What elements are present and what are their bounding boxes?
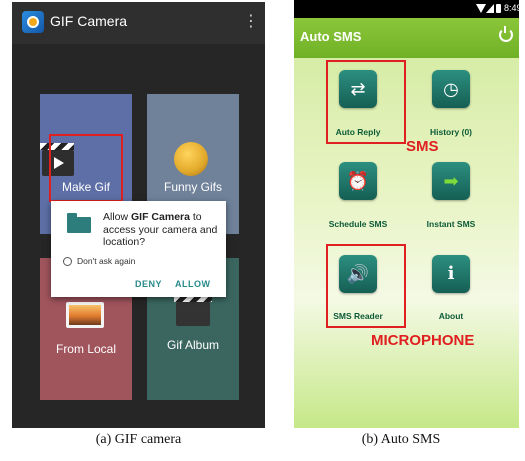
caption-gif-camera: (a) GIF camera xyxy=(95,432,182,447)
battery-icon xyxy=(496,4,501,13)
caption-auto-sms: (b) Auto SMS xyxy=(361,432,441,447)
clock-history-icon: ◷ xyxy=(443,79,459,99)
gif-album-label: Gif Album xyxy=(166,338,220,352)
funny-gifs-label: Funny Gifs xyxy=(163,180,223,194)
about-label: About xyxy=(438,311,464,321)
instant-sms-label: Instant SMS xyxy=(426,219,476,229)
dont-ask-radio[interactable] xyxy=(63,257,72,266)
signal-icon xyxy=(486,4,494,13)
about-icon[interactable]: i xyxy=(432,255,470,293)
permission-prefix: Allow xyxy=(103,211,132,223)
auto-sms-screen: 8:49 Auto SMS ⇄ Auto Reply ◷ History (0)… xyxy=(294,0,519,428)
permission-dialog: Allow GIF Camera to access your camera a… xyxy=(51,201,226,297)
make-gif-highlight-box xyxy=(49,134,123,202)
photo-icon xyxy=(66,302,104,328)
instant-sms-icon[interactable]: ➡ xyxy=(432,162,470,200)
wifi-icon xyxy=(476,4,486,13)
microphone-permission-annotation: MICROPHONE xyxy=(371,332,475,349)
funny-face-icon xyxy=(174,142,208,176)
history-icon[interactable]: ◷ xyxy=(432,70,470,108)
schedule-sms-icon[interactable]: ⏰ xyxy=(339,162,377,200)
gif-camera-screen: GIF Camera ⋮ Make Gif Funny Gifs From Lo… xyxy=(12,2,265,428)
history-label: History (0) xyxy=(429,127,473,137)
film-album-icon xyxy=(174,296,212,326)
from-local-label: From Local xyxy=(55,342,117,356)
gif-app-title: GIF Camera xyxy=(50,13,128,29)
dont-ask-label: Don't ask again xyxy=(77,256,136,266)
sms-permission-annotation: SMS xyxy=(406,138,439,155)
sms-reader-highlight-box xyxy=(326,244,406,328)
info-icon: i xyxy=(447,263,455,284)
auto-reply-highlight-box xyxy=(326,60,406,144)
overflow-menu-icon[interactable]: ⋮ xyxy=(243,14,259,30)
status-time: 8:49 xyxy=(504,3,519,13)
deny-button[interactable]: DENY xyxy=(135,279,162,289)
schedule-sms-label: Schedule SMS xyxy=(328,219,388,229)
auto-sms-title: Auto SMS xyxy=(300,29,362,44)
allow-button[interactable]: ALLOW xyxy=(175,279,211,289)
folder-icon xyxy=(67,213,91,233)
power-icon[interactable] xyxy=(499,26,513,42)
gif-camera-app-icon xyxy=(22,11,44,33)
permission-message: Allow GIF Camera to access your camera a… xyxy=(103,211,221,249)
forward-arrow-icon: ➡ xyxy=(443,171,459,191)
alarm-clock-icon: ⏰ xyxy=(346,171,370,191)
permission-app-name: GIF Camera xyxy=(131,211,190,223)
